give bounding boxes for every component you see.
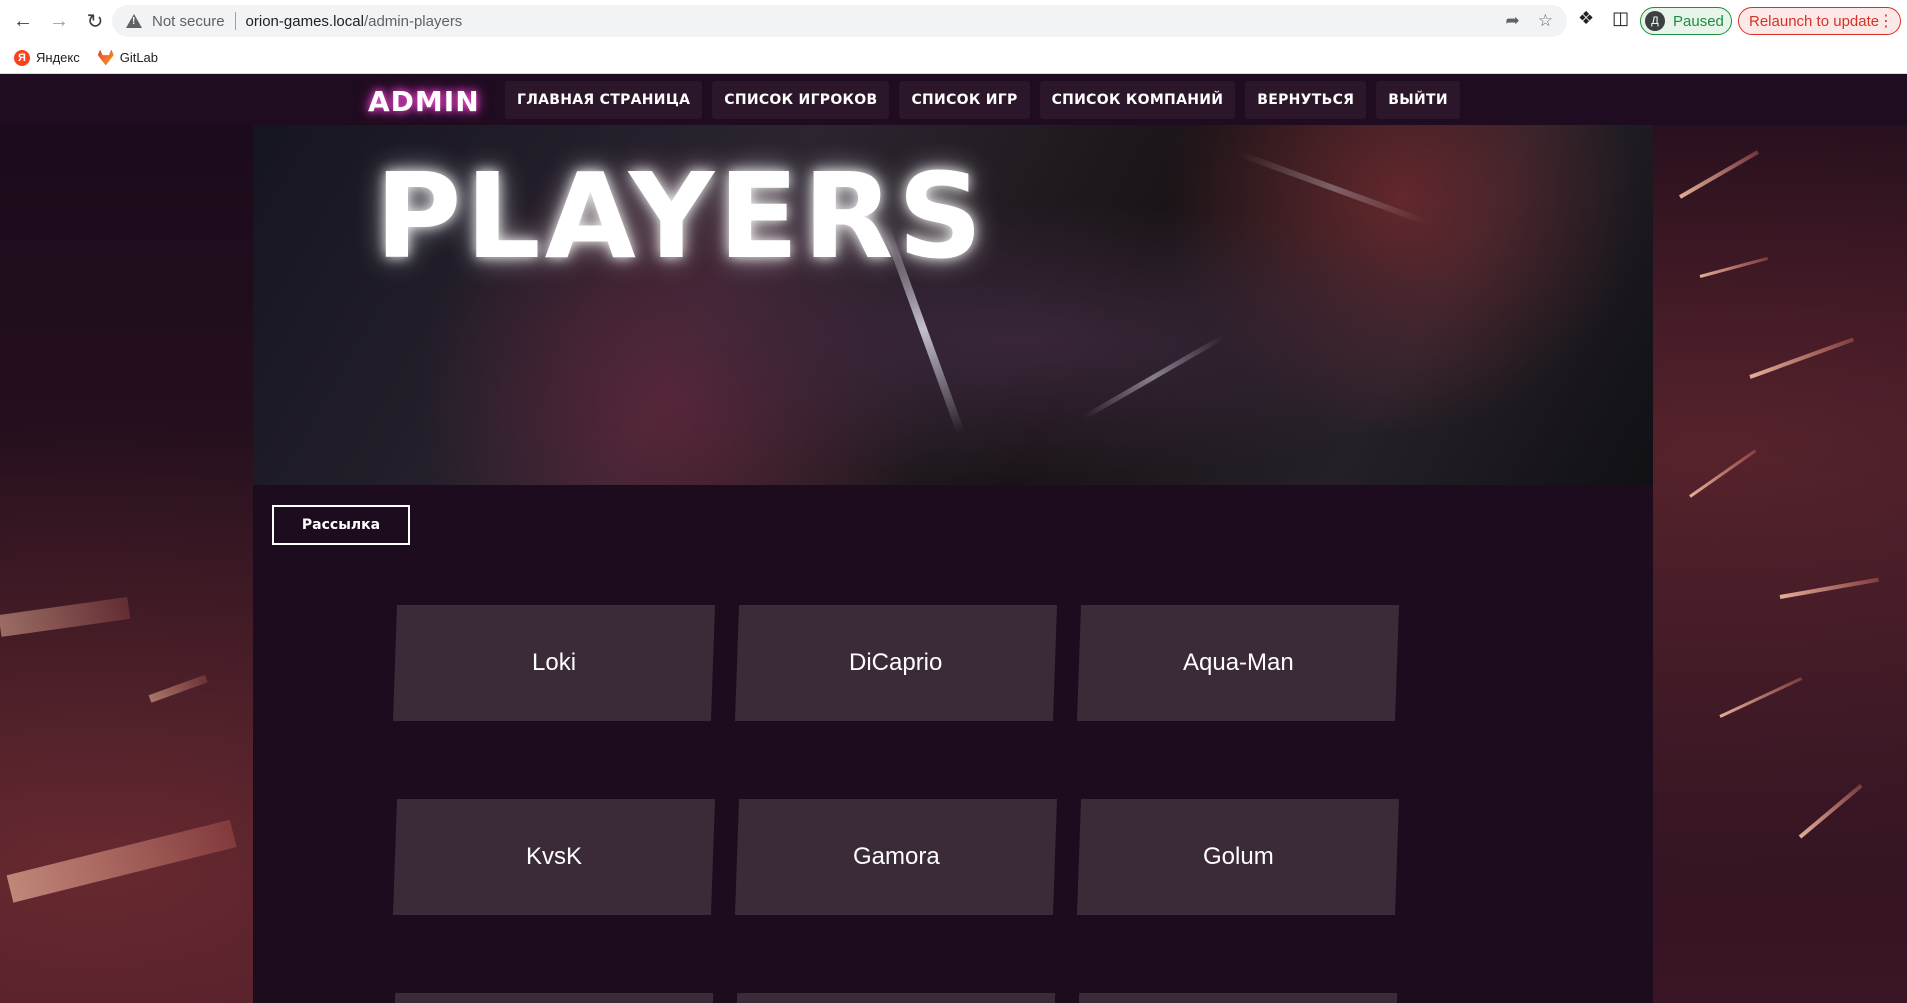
- player-card-partial[interactable]: [394, 993, 714, 1003]
- background-shard: [1719, 677, 1803, 718]
- address-bar[interactable]: Not secure orion-games.local/admin-playe…: [112, 5, 1567, 37]
- player-card-partial[interactable]: [736, 993, 1056, 1003]
- background-shard: [1679, 150, 1759, 199]
- profile-status: Paused: [1673, 12, 1724, 30]
- url-text[interactable]: orion-games.local/admin-players: [246, 13, 463, 30]
- divider: [234, 12, 236, 30]
- hero-streak: [1238, 150, 1428, 226]
- yandex-icon: Я: [14, 49, 30, 66]
- page-title: PLAYERS: [375, 147, 987, 285]
- background-shard: [0, 597, 131, 637]
- player-card[interactable]: DiCaprio: [734, 605, 1058, 721]
- player-name: Golum: [1202, 843, 1274, 870]
- background-shard: [148, 674, 208, 703]
- url-host: orion-games.local: [245, 12, 364, 30]
- menu-item-games[interactable]: СПИСОК ИГР: [899, 81, 1030, 119]
- share-icon[interactable]: ➦: [1506, 11, 1520, 31]
- relaunch-button[interactable]: Relaunch to update ⋮: [1738, 7, 1901, 35]
- hero-streak: [1082, 335, 1224, 420]
- menu-item-back[interactable]: ВЕРНУТЬСЯ: [1245, 81, 1367, 119]
- forward-icon[interactable]: →: [46, 8, 72, 34]
- profile-button[interactable]: Д Paused: [1640, 7, 1732, 35]
- gitlab-icon: [97, 49, 114, 66]
- player-card[interactable]: KvsK: [392, 799, 716, 915]
- player-name: Loki: [531, 649, 577, 676]
- background-shard: [1779, 577, 1879, 599]
- bookmark-star-icon[interactable]: ☆: [1538, 11, 1553, 31]
- player-name: KvsK: [525, 843, 582, 870]
- menu-item-players[interactable]: СПИСОК ИГРОКОВ: [712, 81, 890, 119]
- bookmarks-bar: Я Яндекс GitLab: [0, 42, 1907, 74]
- url-path: /admin-players: [363, 12, 463, 30]
- security-label[interactable]: Not secure: [152, 13, 225, 30]
- player-card[interactable]: Loki: [392, 605, 716, 721]
- bookmark-label: Яндекс: [36, 50, 80, 65]
- player-card[interactable]: Golum: [1076, 799, 1400, 915]
- bookmark-label: GitLab: [119, 50, 159, 65]
- player-card[interactable]: Gamora: [734, 799, 1058, 915]
- side-panel-icon[interactable]: ◫: [1612, 8, 1629, 29]
- browser-toolbar: ← → ↻ Not secure orion-games.local/admin…: [0, 0, 1907, 42]
- relaunch-label: Relaunch to update: [1749, 12, 1880, 30]
- main-menu: ГЛАВНАЯ СТРАНИЦА СПИСОК ИГРОКОВ СПИСОК И…: [505, 81, 1460, 119]
- mailing-button[interactable]: Рассылка: [272, 505, 410, 545]
- reload-icon[interactable]: ↻: [82, 8, 108, 34]
- background-shard: [6, 819, 237, 903]
- player-name: DiCaprio: [849, 649, 943, 676]
- avatar: Д: [1645, 11, 1665, 31]
- bookmark-yandex[interactable]: Я Яндекс: [14, 49, 80, 66]
- background-shard: [1798, 784, 1863, 839]
- players-grid: Loki DiCaprio Aqua-Man KvsK Gamora Golum: [392, 605, 1400, 1003]
- hero-banner: PLAYERS: [253, 125, 1653, 485]
- player-card[interactable]: Aqua-Man: [1076, 605, 1400, 721]
- background-shard: [1699, 256, 1769, 278]
- bookmark-gitlab[interactable]: GitLab: [97, 49, 159, 66]
- background-shard: [1749, 337, 1855, 379]
- player-card-partial[interactable]: [1078, 993, 1398, 1003]
- page-viewport: ADMIN ГЛАВНАЯ СТРАНИЦА СПИСОК ИГРОКОВ СП…: [0, 75, 1907, 1003]
- background-shard: [1689, 449, 1757, 498]
- admin-nav: ADMIN ГЛАВНАЯ СТРАНИЦА СПИСОК ИГРОКОВ СП…: [0, 75, 1907, 125]
- menu-item-home[interactable]: ГЛАВНАЯ СТРАНИЦА: [505, 81, 703, 119]
- back-icon[interactable]: ←: [10, 8, 36, 34]
- menu-dots-icon[interactable]: ⋮: [1878, 11, 1894, 31]
- player-name: Aqua-Man: [1182, 649, 1294, 676]
- main-content: PLAYERS Рассылка Loki DiCaprio Aqua-Man …: [253, 125, 1653, 1003]
- menu-item-companies[interactable]: СПИСОК КОМПАНИЙ: [1039, 81, 1236, 119]
- player-name: Gamora: [852, 843, 940, 870]
- menu-item-logout[interactable]: ВЫЙТИ: [1376, 81, 1460, 119]
- admin-logo[interactable]: ADMIN: [368, 85, 480, 118]
- warning-icon[interactable]: [126, 14, 142, 28]
- extensions-icon[interactable]: ❖: [1578, 8, 1594, 29]
